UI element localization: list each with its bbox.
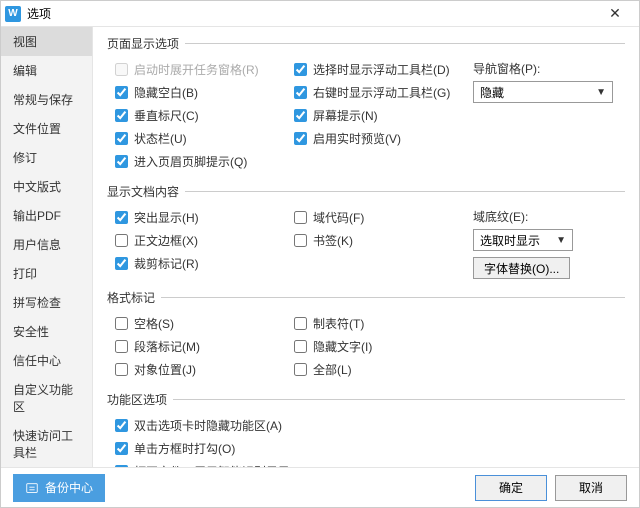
sidebar-item-export-pdf[interactable]: 输出PDF [1, 201, 92, 230]
chk-status-bar[interactable]: 状态栏(U) [107, 127, 286, 150]
chk-start-unfold-task: 启动时展开任务窗格(R) [107, 58, 286, 81]
chk-header-footer-hint[interactable]: 进入页眉页脚提示(Q) [107, 150, 286, 173]
sidebar-item-print[interactable]: 打印 [1, 259, 92, 288]
sidebar-item-revision[interactable]: 修订 [1, 143, 92, 172]
chk-text-boundary[interactable]: 正文边框(X) [107, 229, 286, 252]
chk-bookmark[interactable]: 书签(K) [286, 229, 465, 252]
backup-icon [25, 481, 39, 495]
sidebar: 视图 编辑 常规与保存 文件位置 修订 中文版式 输出PDF 用户信息 打印 拼… [1, 27, 93, 467]
chk-space[interactable]: 空格(S) [107, 312, 286, 335]
chk-screen-tip[interactable]: 屏幕提示(N) [286, 104, 465, 127]
group-page-display-legend: 页面显示选项 [107, 35, 185, 52]
titlebar: W 选项 ✕ [1, 1, 639, 27]
chk-highlight[interactable]: 突出显示(H) [107, 206, 286, 229]
sidebar-item-security[interactable]: 安全性 [1, 317, 92, 346]
options-dialog: W 选项 ✕ 视图 编辑 常规与保存 文件位置 修订 中文版式 输出PDF 用户… [0, 0, 640, 508]
group-page-display: 页面显示选项 启动时展开任务窗格(R) 隐藏空白(B) 垂直标尺(C) 状态栏(… [107, 35, 625, 177]
sidebar-item-general-save[interactable]: 常规与保存 [1, 85, 92, 114]
group-doc-content: 显示文档内容 突出显示(H) 正文边框(X) 裁剪标记(R) 域代码(F) 书签… [107, 183, 625, 283]
ok-button[interactable]: 确定 [475, 475, 547, 501]
chk-tab[interactable]: 制表符(T) [286, 312, 465, 335]
chk-hidden-text[interactable]: 隐藏文字(I) [286, 335, 465, 358]
sidebar-item-quick-access[interactable]: 快速访问工具栏 [1, 421, 92, 467]
group-format-marks: 格式标记 空格(S) 段落标记(M) 对象位置(J) 制表符(T) 隐藏文字(I… [107, 289, 625, 385]
chk-live-preview[interactable]: 启用实时预览(V) [286, 127, 465, 150]
chk-field-code[interactable]: 域代码(F) [286, 206, 465, 229]
combo-field-shading[interactable]: 选取时显示▼ [473, 229, 573, 251]
chk-vertical-ruler[interactable]: 垂直标尺(C) [107, 104, 286, 127]
chk-object-anchor[interactable]: 对象位置(J) [107, 358, 286, 381]
sidebar-item-customize-ribbon[interactable]: 自定义功能区 [1, 375, 92, 421]
backup-center-button[interactable]: 备份中心 [13, 474, 105, 502]
dialog-footer: 备份中心 确定 取消 [1, 467, 639, 507]
cancel-button[interactable]: 取消 [555, 475, 627, 501]
app-logo-icon: W [5, 6, 21, 22]
chevron-down-icon: ▼ [596, 87, 606, 98]
chk-click-box-check[interactable]: 单击方框时打勾(O) [107, 437, 625, 460]
sidebar-item-view[interactable]: 视图 [1, 27, 92, 56]
sidebar-item-cjk-layout[interactable]: 中文版式 [1, 172, 92, 201]
group-ribbon-options: 功能区选项 双击选项卡时隐藏功能区(A) 单击方框时打勾(O) 打开文件，展示智… [107, 391, 625, 467]
chk-hide-whitespace[interactable]: 隐藏空白(B) [107, 81, 286, 104]
sidebar-item-user-info[interactable]: 用户信息 [1, 230, 92, 259]
group-format-marks-legend: 格式标记 [107, 289, 161, 306]
chk-rightclick-float-toolbar[interactable]: 右键时显示浮动工具栏(G) [286, 81, 465, 104]
sidebar-item-edit[interactable]: 编辑 [1, 56, 92, 85]
sidebar-item-file-location[interactable]: 文件位置 [1, 114, 92, 143]
label-field-shading: 域底纹(E): [465, 206, 625, 227]
chk-all[interactable]: 全部(L) [286, 358, 465, 381]
chk-open-show-nav[interactable]: 打开文件，展示智能识别目录(W) [107, 460, 625, 467]
font-substitution-button[interactable]: 字体替换(O)... [473, 257, 570, 279]
group-doc-content-legend: 显示文档内容 [107, 183, 185, 200]
dialog-body: 视图 编辑 常规与保存 文件位置 修订 中文版式 输出PDF 用户信息 打印 拼… [1, 27, 639, 467]
chk-selection-float-toolbar[interactable]: 选择时显示浮动工具栏(D) [286, 58, 465, 81]
group-ribbon-options-legend: 功能区选项 [107, 391, 173, 408]
sidebar-item-spellcheck[interactable]: 拼写检查 [1, 288, 92, 317]
chk-paragraph-mark[interactable]: 段落标记(M) [107, 335, 286, 358]
chk-crop-mark[interactable]: 裁剪标记(R) [107, 252, 286, 275]
combo-nav-pane[interactable]: 隐藏▼ [473, 81, 613, 103]
sidebar-item-trust-center[interactable]: 信任中心 [1, 346, 92, 375]
chevron-down-icon: ▼ [556, 235, 566, 246]
chk-dblclick-hide-ribbon[interactable]: 双击选项卡时隐藏功能区(A) [107, 414, 625, 437]
dialog-title: 选项 [27, 5, 595, 22]
close-button[interactable]: ✕ [595, 2, 635, 26]
label-nav-pane: 导航窗格(P): [465, 58, 625, 79]
main-panel: 页面显示选项 启动时展开任务窗格(R) 隐藏空白(B) 垂直标尺(C) 状态栏(… [93, 27, 639, 467]
